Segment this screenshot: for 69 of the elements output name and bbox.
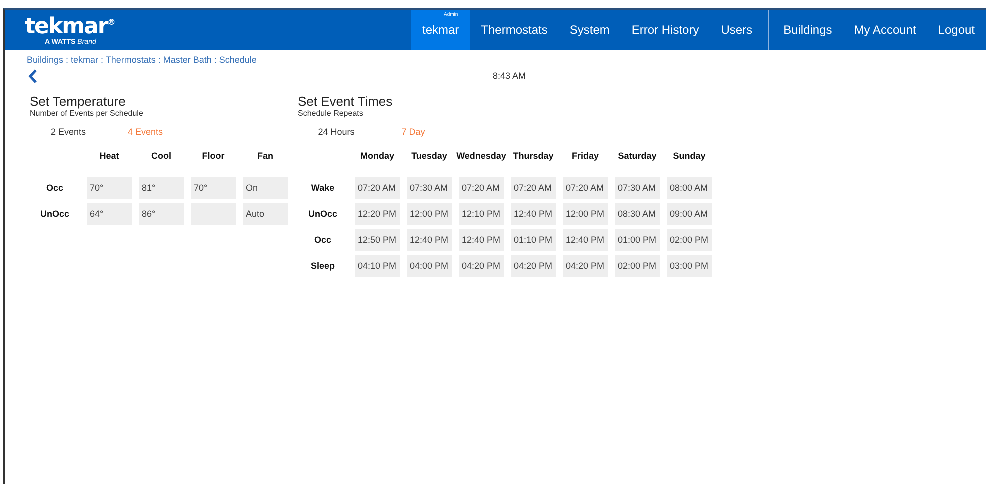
row-label: Sleep [310,261,336,271]
column-header: Tuesday [412,150,448,163]
value-field[interactable]: 70° [87,177,132,199]
value-field[interactable]: 04:20 PM [511,255,556,277]
row-label: Occ [45,183,64,193]
row-label: Wake [310,183,336,193]
value-field[interactable]: 08:00 AM [667,177,712,199]
option-link[interactable]: 2 Events [50,127,86,137]
value-field[interactable]: 12:40 PM [511,203,556,225]
value-field[interactable]: 70° [191,177,236,199]
value-field[interactable]: 07:20 AM [563,177,608,199]
value-field[interactable]: 12:40 PM [563,229,608,251]
column-header: Thursday [513,150,554,163]
option-link[interactable]: 24 Hours [318,127,355,137]
column-header: Floor [202,150,225,163]
nav-link[interactable]: Logout [927,10,986,50]
value-field[interactable]: 12:00 PM [563,203,608,225]
value-field[interactable]: 01:00 PM [615,229,660,251]
value-field[interactable]: 12:40 PM [407,229,452,251]
nav-link[interactable]: Users [710,10,764,50]
value-field[interactable]: 07:30 AM [407,177,452,199]
value-field[interactable]: 04:20 PM [459,255,504,277]
section-subtitle: Number of Events per Schedule [30,109,144,119]
value-field[interactable]: 07:20 AM [511,177,556,199]
clock-time: 8:43 AM [493,71,526,81]
row-label: UnOcc [307,209,338,219]
row-label: Occ [313,235,332,245]
value-field[interactable]: 07:20 AM [355,177,400,199]
value-field[interactable]: 81° [139,177,184,199]
column-header: Fan [257,150,274,163]
column-header: Cool [152,150,172,163]
column-header: Saturday [618,150,657,163]
value-field[interactable]: 09:00 AM [667,203,712,225]
nav-link[interactable]: My Account [843,10,928,50]
section-title: Set Event Times [298,95,394,109]
column-header: Sunday [673,150,706,163]
value-field[interactable]: 07:20 AM [459,177,504,199]
section-subtitle: Schedule Repeats [298,109,364,119]
value-field[interactable]: 04:10 PM [355,255,400,277]
value-field[interactable]: 01:10 PM [511,229,556,251]
column-header: Heat [100,150,120,163]
nav-link[interactable]: Error History [620,10,710,50]
nav-link[interactable]: Buildings [772,10,844,50]
value-field[interactable]: 03:00 PM [667,255,712,277]
nav-link[interactable]: System [558,10,621,50]
value-field[interactable]: 64° [87,203,132,225]
value-field[interactable]: 04:00 PM [407,255,452,277]
column-header: Wednesday [456,150,506,163]
value-field[interactable]: 08:30 AM [615,203,660,225]
value-field[interactable]: 12:40 PM [459,229,504,251]
logo: tekmar$^{®}$ [25,13,116,38]
value-field[interactable]: 07:30 AM [615,177,660,199]
back-icon[interactable] [28,68,38,84]
value-field[interactable]: 12:00 PM [407,203,452,225]
value-field[interactable]: On [243,177,288,199]
value-field[interactable]: 02:00 PM [615,255,660,277]
value-field[interactable]: 04:20 PM [563,255,608,277]
column-header: Friday [572,150,599,163]
column-header: Monday [360,150,394,163]
value-field[interactable]: 02:00 PM [667,229,712,251]
row-label: UnOcc [39,209,70,219]
value-field[interactable]: 86° [139,203,184,225]
breadcrumb: Buildings : tekmar : Thermostats : Master Bath : Schedule [27,55,258,65]
value-field[interactable]: 12:10 PM [459,203,504,225]
section-title: Set Temperature [30,95,127,109]
value-field[interactable]: 12:20 PM [355,203,400,225]
value-field[interactable]: Auto [243,203,288,225]
value-field[interactable]: 12:50 PM [355,229,400,251]
nav-link[interactable]: Thermostats [470,10,559,50]
